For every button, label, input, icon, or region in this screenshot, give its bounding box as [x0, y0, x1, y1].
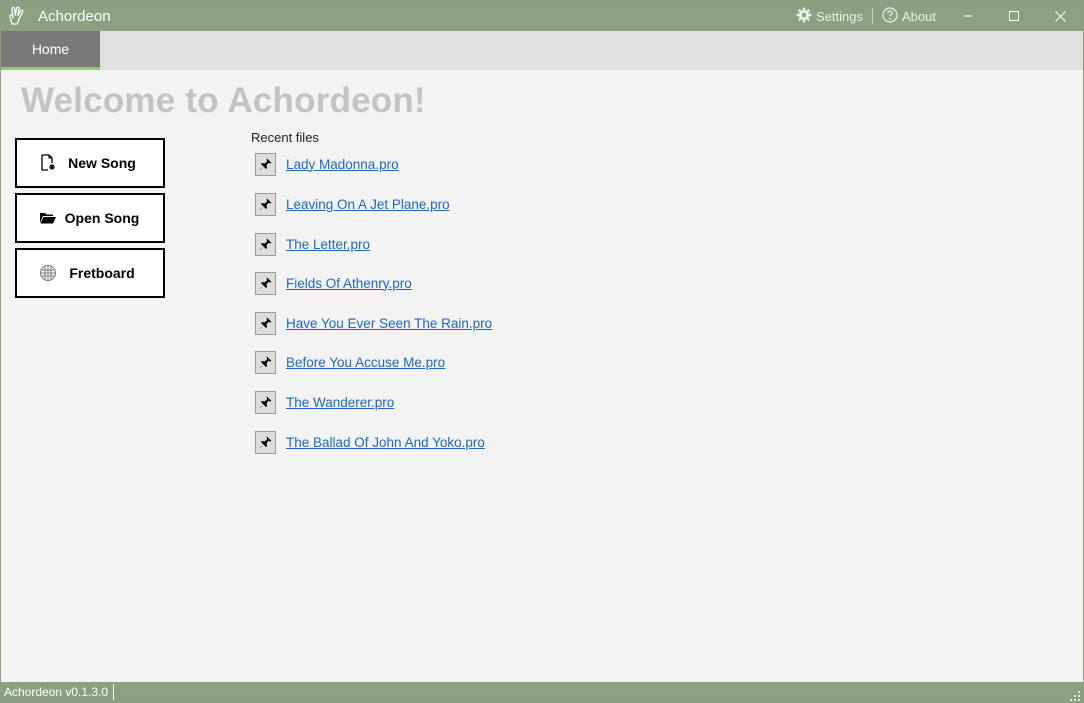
help-circle-icon [882, 6, 898, 26]
new-file-icon [39, 154, 57, 172]
pin-icon [259, 198, 272, 210]
new-song-button[interactable]: New Song [15, 138, 165, 188]
fretboard-button[interactable]: Fretboard [15, 248, 165, 298]
tab-home[interactable]: Home [1, 31, 100, 70]
pin-button[interactable] [255, 430, 276, 454]
maximize-icon [1009, 11, 1019, 21]
recent-file-link[interactable]: Leaving On A Jet Plane.pro [286, 197, 450, 212]
recent-file-link[interactable]: The Wanderer.pro [286, 395, 394, 410]
pin-button[interactable] [255, 271, 276, 295]
pin-button[interactable] [255, 232, 276, 256]
list-item: Have You Ever Seen The Rain.pro [255, 311, 492, 335]
list-item: The Letter.pro [255, 232, 370, 256]
pin-icon [259, 277, 272, 289]
pin-icon [259, 356, 272, 368]
about-button[interactable]: About [873, 1, 945, 31]
title-bar: Achordeon Settings About [1, 1, 1083, 31]
open-song-label: Open Song [64, 210, 140, 226]
new-song-label: New Song [68, 155, 136, 171]
recent-file-link[interactable]: Fields Of Athenry.pro [286, 276, 412, 291]
recent-file-link[interactable]: Before You Accuse Me.pro [286, 355, 445, 370]
folder-open-icon [39, 209, 57, 227]
settings-button[interactable]: Settings [787, 1, 872, 31]
page-title: Welcome to Achordeon! [21, 81, 426, 120]
status-bar: Achordeon v0.1.3.0 [1, 682, 1083, 702]
recent-file-link[interactable]: Have You Ever Seen The Rain.pro [286, 316, 492, 331]
list-item: Before You Accuse Me.pro [255, 350, 445, 374]
pin-button[interactable] [255, 192, 276, 216]
pin-button[interactable] [255, 390, 276, 414]
settings-label: Settings [816, 8, 864, 24]
list-item: The Ballad Of John And Yoko.pro [255, 430, 485, 454]
close-button[interactable] [1037, 1, 1083, 31]
list-item: Lady Madonna.pro [255, 152, 399, 176]
pin-icon [259, 436, 272, 448]
about-label: About [902, 8, 936, 24]
gear-icon [796, 7, 812, 26]
pin-button[interactable] [255, 350, 276, 374]
pin-button[interactable] [255, 311, 276, 335]
recent-files-heading: Recent files [251, 130, 319, 145]
recent-file-link[interactable]: Lady Madonna.pro [286, 157, 399, 172]
recent-file-link[interactable]: The Ballad Of John And Yoko.pro [286, 435, 485, 450]
list-item: The Wanderer.pro [255, 390, 394, 414]
close-icon [1054, 10, 1066, 22]
window-title: Achordeon [38, 7, 111, 25]
maximize-button[interactable] [991, 1, 1037, 31]
version-label: Achordeon v0.1.3.0 [1, 684, 115, 700]
grid-icon [39, 264, 57, 282]
recent-file-link[interactable]: The Letter.pro [286, 237, 370, 252]
pin-button[interactable] [255, 152, 276, 176]
list-item: Leaving On A Jet Plane.pro [255, 192, 450, 216]
pin-icon [259, 396, 272, 408]
pin-icon [259, 317, 272, 329]
pin-icon [259, 158, 272, 170]
minimize-icon [963, 15, 973, 17]
open-song-button[interactable]: Open Song [15, 193, 165, 243]
pin-icon [259, 238, 272, 250]
fretboard-label: Fretboard [69, 265, 135, 281]
minimize-button[interactable] [945, 1, 991, 31]
list-item: Fields Of Athenry.pro [255, 271, 412, 295]
hand-icon [1, 1, 31, 31]
resize-grip-icon[interactable] [1070, 690, 1080, 701]
tab-bar: Home [1, 31, 1083, 70]
